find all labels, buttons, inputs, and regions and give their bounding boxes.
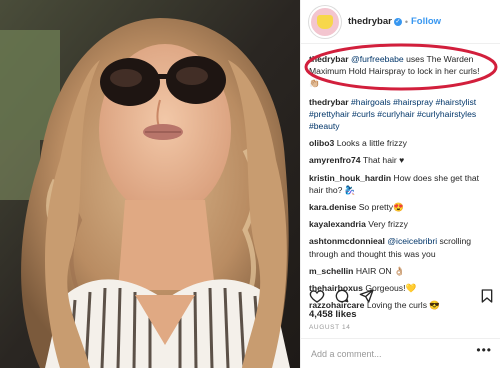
hashtag-comment: thedrybar #hairgoals #hairspray #hairsty…	[309, 96, 495, 133]
comment-icon[interactable]	[334, 288, 350, 304]
comment-item: ashtonmcdonnieal @iceicebribri scrolling…	[309, 235, 495, 259]
comment-item: kristin_houk_hardin How does she get tha…	[309, 172, 495, 196]
more-options-icon[interactable]: •••	[476, 343, 492, 357]
add-comment-input[interactable]	[309, 347, 473, 360]
caption-mention-link[interactable]: @furfreebabe	[351, 54, 404, 64]
bookmark-icon[interactable]	[479, 288, 495, 304]
comment-mention-link[interactable]: @iceicebribri	[387, 236, 437, 246]
comment-item: m_schellin HAIR ON 👌🏼	[309, 265, 495, 277]
comment-username[interactable]: kayalexandria	[309, 219, 366, 229]
post-details-panel: thedrybar ✓ • Follow thedrybar @furfreeb…	[300, 0, 500, 368]
heart-icon[interactable]	[309, 288, 325, 304]
post-header: thedrybar ✓ • Follow	[301, 0, 500, 44]
share-icon[interactable]	[359, 288, 375, 304]
comment-text: So pretty😍	[358, 202, 404, 213]
comment-item: amyrenfro74 That hair ♥	[309, 154, 495, 166]
comment-username[interactable]: ashtonmcdonnieal	[309, 236, 385, 246]
comment-text: Very frizzy	[368, 219, 408, 230]
verified-badge-icon: ✓	[393, 17, 402, 26]
comment-username[interactable]: kara.denise	[309, 202, 356, 212]
header-username[interactable]: thedrybar	[348, 16, 392, 27]
comment-username[interactable]: m_schellin	[309, 266, 353, 276]
post-date[interactable]: AUGUST 14	[309, 324, 350, 331]
comment-text: That hair ♥	[362, 155, 405, 166]
comment-text: Looks a little frizzy	[336, 138, 407, 149]
post-photo[interactable]	[0, 0, 300, 368]
comment-text: HAIR ON 👌🏼	[355, 265, 405, 276]
comment-username[interactable]: olibo3	[309, 138, 334, 148]
action-bar	[309, 286, 495, 306]
separator-dot: •	[404, 16, 408, 27]
comment-item: kara.denise So pretty😍	[309, 201, 495, 213]
drybar-logo-icon	[317, 14, 333, 29]
add-comment-bar	[301, 338, 500, 368]
comments-list: thedrybar @furfreebabe uses The Warden M…	[304, 43, 498, 316]
post-caption: thedrybar @furfreebabe uses The Warden M…	[304, 43, 498, 91]
comment-username[interactable]: thedrybar	[309, 97, 349, 107]
follow-button[interactable]: Follow	[411, 16, 441, 27]
comment-item: olibo3 Looks a little frizzy	[309, 137, 495, 149]
caption-username[interactable]: thedrybar	[309, 54, 349, 64]
likes-count[interactable]: 4,458 likes	[309, 309, 357, 320]
comment-item: kayalexandria Very frizzy	[309, 218, 495, 230]
selfie-image	[0, 0, 300, 368]
avatar[interactable]	[309, 5, 341, 38]
comment-username[interactable]: amyrenfro74	[309, 155, 361, 165]
comment-username[interactable]: kristin_houk_hardin	[309, 173, 391, 183]
instagram-post: thedrybar ✓ • Follow thedrybar @furfreeb…	[0, 0, 500, 368]
